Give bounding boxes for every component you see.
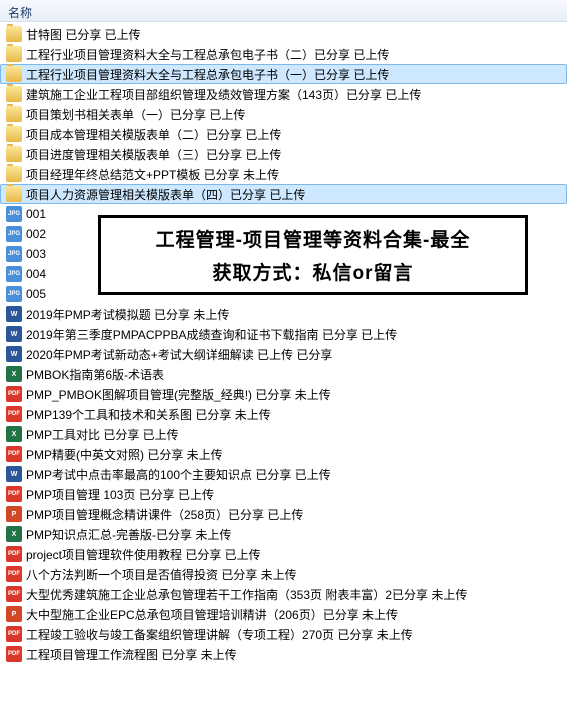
file-row[interactable]: PDF大型优秀建筑施工企业总承包管理若干工作指南（353页 附表丰富）2已分享 … bbox=[0, 584, 567, 604]
file-name-label: 001 bbox=[26, 207, 46, 221]
file-name-label: PMP139个工具和技术和关系图 已分享 未上传 bbox=[26, 406, 271, 423]
file-row[interactable]: 建筑施工企业工程项目部组织管理及绩效管理方案（143页）已分享 已上传 bbox=[0, 84, 567, 104]
pdf-icon: PDF bbox=[6, 386, 22, 402]
folder-icon bbox=[6, 26, 22, 42]
folder-icon bbox=[6, 126, 22, 142]
file-name-label: 工程项目管理工作流程图 已分享 未上传 bbox=[26, 646, 237, 663]
file-row[interactable]: PDFproject项目管理软件使用教程 已分享 已上传 bbox=[0, 544, 567, 564]
file-name-label: 项目进度管理相关模版表单（三）已分享 已上传 bbox=[26, 146, 281, 163]
file-row[interactable]: PDFPMP项目管理 103页 已分享 已上传 bbox=[0, 484, 567, 504]
file-row[interactable]: 项目策划书相关表单（一）已分享 已上传 bbox=[0, 104, 567, 124]
file-row[interactable]: W2020年PMP考试新动态+考试大纲详细解读 已上传 已分享 bbox=[0, 344, 567, 364]
file-row[interactable]: PDF八个方法判断一个项目是否值得投资 已分享 未上传 bbox=[0, 564, 567, 584]
file-name-label: 大中型施工企业EPC总承包项目管理培训精讲（206页）已分享 未上传 bbox=[26, 606, 398, 623]
folder-icon bbox=[6, 46, 22, 62]
file-name-label: 项目成本管理相关模版表单（二）已分享 已上传 bbox=[26, 126, 281, 143]
file-row[interactable]: XPMP工具对比 已分享 已上传 bbox=[0, 424, 567, 444]
file-name-label: PMBOK指南第6版-术语表 bbox=[26, 366, 164, 383]
file-row[interactable]: W2019年PMP考试模拟题 已分享 未上传 bbox=[0, 304, 567, 324]
file-row[interactable]: P大中型施工企业EPC总承包项目管理培训精讲（206页）已分享 未上传 bbox=[0, 604, 567, 624]
file-row[interactable]: 工程行业项目管理资料大全与工程总承包电子书（一）已分享 已上传 bbox=[0, 64, 567, 84]
file-name-label: PMP精要(中英文对照) 已分享 未上传 bbox=[26, 446, 223, 463]
promo-overlay: 工程管理-项目管理等资料合集-最全 获取方式：私信or留言 bbox=[98, 215, 528, 295]
file-name-label: 002 bbox=[26, 227, 46, 241]
file-row[interactable]: PPMP项目管理概念精讲课件（258页）已分享 已上传 bbox=[0, 504, 567, 524]
xls-icon: X bbox=[6, 526, 22, 542]
file-name-label: 2019年第三季度PMPACPPBA成绩查询和证书下载指南 已分享 已上传 bbox=[26, 326, 397, 343]
file-row[interactable]: 项目人力资源管理相关模版表单（四）已分享 已上传 bbox=[0, 184, 567, 204]
file-name-label: PMP工具对比 已分享 已上传 bbox=[26, 426, 179, 443]
file-row[interactable]: PDFPMP_PMBOK图解项目管理(完整版_经典!) 已分享 未上传 bbox=[0, 384, 567, 404]
doc-icon: W bbox=[6, 346, 22, 362]
file-name-label: PMP项目管理概念精讲课件（258页）已分享 已上传 bbox=[26, 506, 303, 523]
file-name-label: 八个方法判断一个项目是否值得投资 已分享 未上传 bbox=[26, 566, 297, 583]
jpg-icon: JPG bbox=[6, 226, 22, 242]
file-row[interactable]: PDF工程项目管理工作流程图 已分享 未上传 bbox=[0, 644, 567, 664]
file-row[interactable]: 项目经理年终总结范文+PPT模板 已分享 未上传 bbox=[0, 164, 567, 184]
jpg-icon: JPG bbox=[6, 266, 22, 282]
file-name-label: 2020年PMP考试新动态+考试大纲详细解读 已上传 已分享 bbox=[26, 346, 332, 363]
pdf-icon: PDF bbox=[6, 486, 22, 502]
folder-icon bbox=[6, 146, 22, 162]
ppt-icon: P bbox=[6, 506, 22, 522]
file-row[interactable]: 项目进度管理相关模版表单（三）已分享 已上传 bbox=[0, 144, 567, 164]
file-name-label: 项目策划书相关表单（一）已分享 已上传 bbox=[26, 106, 245, 123]
column-name-label: 名称 bbox=[8, 6, 32, 20]
pdf-icon: PDF bbox=[6, 646, 22, 662]
file-name-label: project项目管理软件使用教程 已分享 已上传 bbox=[26, 546, 261, 563]
file-list: 甘特图 已分享 已上传工程行业项目管理资料大全与工程总承包电子书（二）已分享 已… bbox=[0, 22, 567, 666]
file-name-label: 项目经理年终总结范文+PPT模板 已分享 未上传 bbox=[26, 166, 279, 183]
ppt-icon: P bbox=[6, 606, 22, 622]
folder-icon bbox=[6, 86, 22, 102]
file-row[interactable]: 项目成本管理相关模版表单（二）已分享 已上传 bbox=[0, 124, 567, 144]
file-row[interactable]: 工程行业项目管理资料大全与工程总承包电子书（二）已分享 已上传 bbox=[0, 44, 567, 64]
xls-icon: X bbox=[6, 426, 22, 442]
file-row[interactable]: PDFPMP139个工具和技术和关系图 已分享 未上传 bbox=[0, 404, 567, 424]
column-header[interactable]: 名称 bbox=[0, 0, 567, 22]
file-row[interactable]: W2019年第三季度PMPACPPBA成绩查询和证书下载指南 已分享 已上传 bbox=[0, 324, 567, 344]
folder-icon bbox=[6, 166, 22, 182]
folder-icon bbox=[6, 106, 22, 122]
folder-icon bbox=[6, 186, 22, 202]
file-row[interactable]: 甘特图 已分享 已上传 bbox=[0, 24, 567, 44]
file-name-label: PMP考试中点击率最高的100个主要知识点 已分享 已上传 bbox=[26, 466, 331, 483]
file-row[interactable]: XPMP知识点汇总-完善版-已分享 未上传 bbox=[0, 524, 567, 544]
file-name-label: 项目人力资源管理相关模版表单（四）已分享 已上传 bbox=[26, 186, 305, 203]
pdf-icon: PDF bbox=[6, 566, 22, 582]
jpg-icon: JPG bbox=[6, 246, 22, 262]
jpg-icon: JPG bbox=[6, 286, 22, 302]
file-name-label: PMP项目管理 103页 已分享 已上传 bbox=[26, 486, 214, 503]
file-name-label: 大型优秀建筑施工企业总承包管理若干工作指南（353页 附表丰富）2已分享 未上传 bbox=[26, 586, 467, 603]
file-name-label: PMP知识点汇总-完善版-已分享 未上传 bbox=[26, 526, 231, 543]
file-row[interactable]: PDFPMP精要(中英文对照) 已分享 未上传 bbox=[0, 444, 567, 464]
pdf-icon: PDF bbox=[6, 546, 22, 562]
promo-line-2: 获取方式：私信or留言 bbox=[212, 258, 413, 285]
folder-icon bbox=[6, 66, 22, 82]
jpg-icon: JPG bbox=[6, 206, 22, 222]
file-row[interactable]: WPMP考试中点击率最高的100个主要知识点 已分享 已上传 bbox=[0, 464, 567, 484]
file-name-label: PMP_PMBOK图解项目管理(完整版_经典!) 已分享 未上传 bbox=[26, 386, 331, 403]
file-row[interactable]: XPMBOK指南第6版-术语表 bbox=[0, 364, 567, 384]
file-name-label: 工程行业项目管理资料大全与工程总承包电子书（二）已分享 已上传 bbox=[26, 46, 389, 63]
pdf-icon: PDF bbox=[6, 406, 22, 422]
file-name-label: 005 bbox=[26, 287, 46, 301]
file-name-label: 甘特图 已分享 已上传 bbox=[26, 26, 141, 43]
pdf-icon: PDF bbox=[6, 446, 22, 462]
file-name-label: 2019年PMP考试模拟题 已分享 未上传 bbox=[26, 306, 229, 323]
file-row[interactable]: PDF工程竣工验收与竣工备案组织管理讲解（专项工程）270页 已分享 未上传 bbox=[0, 624, 567, 644]
doc-icon: W bbox=[6, 306, 22, 322]
doc-icon: W bbox=[6, 326, 22, 342]
pdf-icon: PDF bbox=[6, 626, 22, 642]
pdf-icon: PDF bbox=[6, 586, 22, 602]
xls-icon: X bbox=[6, 366, 22, 382]
file-name-label: 建筑施工企业工程项目部组织管理及绩效管理方案（143页）已分享 已上传 bbox=[26, 86, 421, 103]
doc-icon: W bbox=[6, 466, 22, 482]
file-name-label: 工程竣工验收与竣工备案组织管理讲解（专项工程）270页 已分享 未上传 bbox=[26, 626, 413, 643]
promo-line-1: 工程管理-项目管理等资料合集-最全 bbox=[156, 225, 471, 252]
file-name-label: 003 bbox=[26, 247, 46, 261]
file-name-label: 工程行业项目管理资料大全与工程总承包电子书（一）已分享 已上传 bbox=[26, 66, 389, 83]
file-name-label: 004 bbox=[26, 267, 46, 281]
